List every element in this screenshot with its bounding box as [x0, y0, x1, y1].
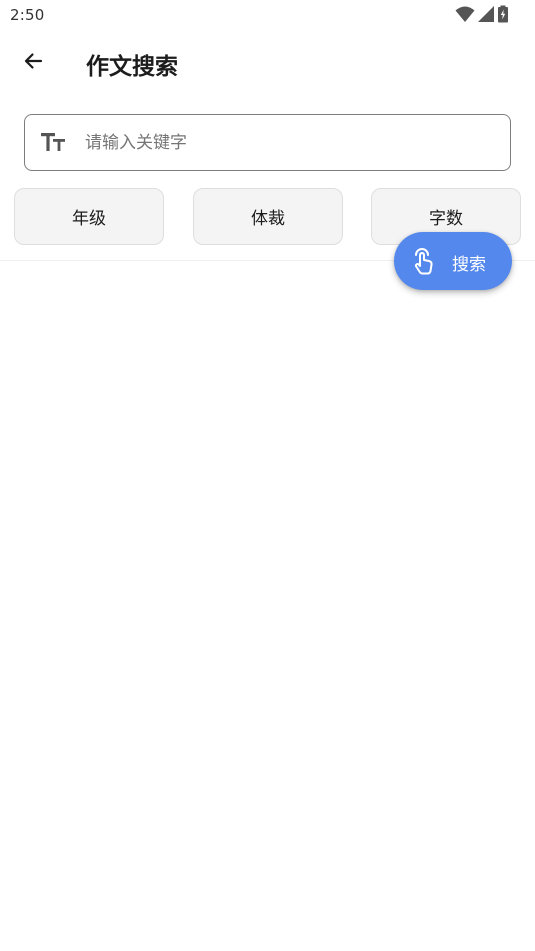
filter-chip-label: 体裁	[251, 209, 285, 229]
status-icons	[455, 5, 509, 23]
back-button[interactable]	[10, 40, 56, 86]
filter-chip-label: 年级	[72, 209, 106, 229]
status-time: 2:50	[10, 6, 45, 24]
essay-search-screen: 2:50 作文搜索 请输入关键字 年级 体裁 字数 搜索	[0, 0, 535, 951]
cellular-signal-icon	[477, 5, 495, 23]
wifi-icon	[455, 5, 475, 23]
app-bar: 作文搜索	[0, 34, 535, 90]
arrow-left-icon	[21, 49, 45, 77]
touch-hand-icon	[411, 247, 437, 279]
page-title: 作文搜索	[86, 54, 178, 80]
text-size-icon	[40, 130, 68, 160]
battery-charging-icon	[497, 5, 509, 23]
filter-chip-grade[interactable]: 年级	[14, 188, 164, 245]
search-fab-label: 搜索	[452, 255, 486, 275]
status-bar: 2:50	[0, 0, 535, 30]
search-input[interactable]	[85, 123, 495, 163]
filter-chip-label: 字数	[429, 209, 463, 229]
filter-chip-genre[interactable]: 体裁	[193, 188, 343, 245]
search-field[interactable]	[24, 114, 511, 171]
search-fab[interactable]: 搜索	[394, 232, 512, 290]
